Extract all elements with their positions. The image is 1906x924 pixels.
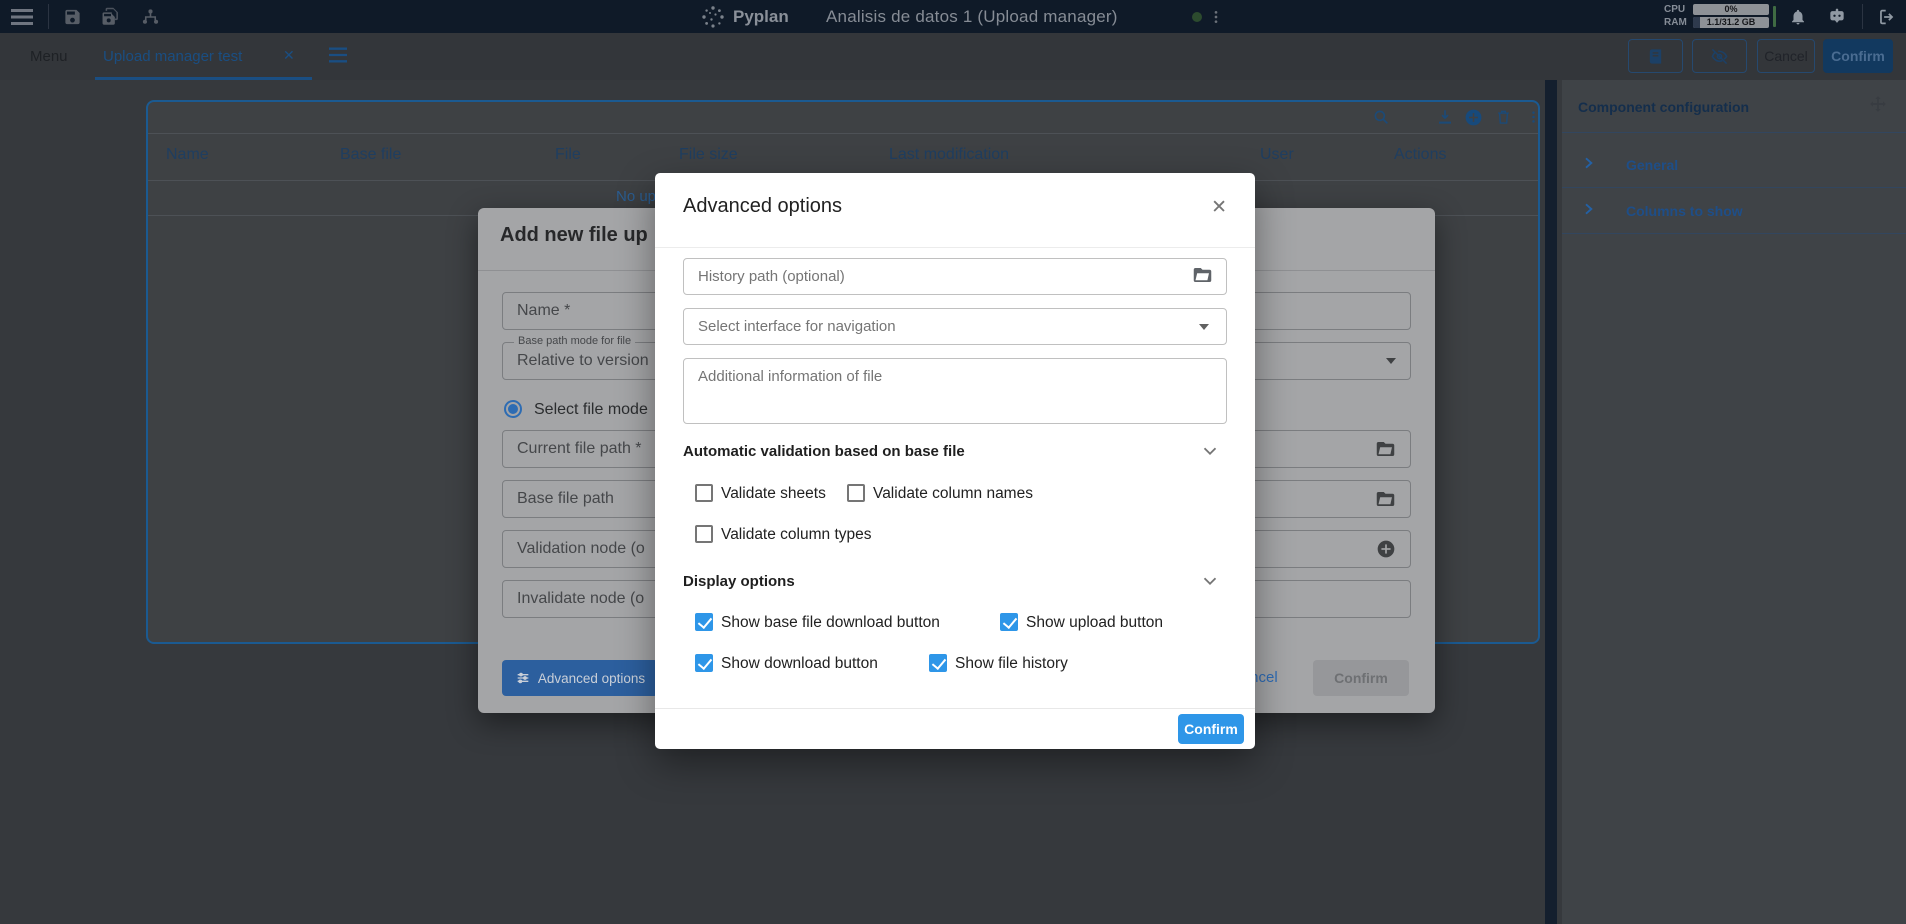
notifications-bell-icon[interactable] [1789,8,1807,26]
column-user[interactable]: User [1260,146,1294,164]
tab-close-icon[interactable]: ✕ [283,47,295,64]
model-status-dot [1192,12,1202,22]
main-menu-icon[interactable] [10,8,34,25]
move-panel-icon[interactable] [1868,94,1888,114]
advanced-options-button[interactable]: Advanced options [502,660,658,696]
empty-table-message: No up [616,188,656,205]
panel-title: Component configuration [1578,99,1749,115]
chevron-right-icon [1580,201,1596,217]
panel-divider-3 [1562,233,1906,234]
section-columns-to-show[interactable]: Columns to show [1562,189,1906,233]
column-base-file[interactable]: Base file [340,146,401,164]
cpu-bar: 0% [1693,4,1769,15]
scenario-tree-icon[interactable] [141,7,160,26]
component-configuration-panel: Component configuration General Columns … [1562,80,1906,924]
docs-button[interactable] [1628,39,1683,73]
chevron-right-icon [1580,155,1596,171]
footer-divider [655,708,1255,709]
search-icon[interactable] [1372,108,1390,126]
chevron-down-icon[interactable] [1199,570,1221,592]
chevron-down-icon[interactable] [1199,440,1221,462]
ram-bar: 1.1/31.2 GB [1693,17,1769,28]
model-title: Analisis de datos 1 (Upload manager) [826,7,1118,27]
select-file-mode-radio[interactable] [504,400,522,418]
cpu-value: 0% [1693,4,1769,15]
history-path-input[interactable] [683,258,1227,295]
add-file-icon[interactable] [1464,108,1483,127]
assistant-bot-icon[interactable] [1827,7,1847,27]
folder-open-icon[interactable] [1375,490,1396,508]
select-file-mode-label[interactable]: Select file mode [534,401,648,419]
app-header: Pyplan Analisis de datos 1 (Upload manag… [0,0,1906,33]
logout-icon[interactable] [1877,7,1896,26]
interface-navigation-select[interactable] [683,308,1227,345]
add-modal-confirm-button-disabled: Confirm [1313,660,1409,696]
app-name: Pyplan [733,7,789,27]
checkbox-show-base-file-download[interactable] [695,613,713,631]
health-indicator [1773,6,1776,27]
panel-divider-2 [1562,187,1906,188]
caret-down-icon [1199,324,1209,330]
column-name[interactable]: Name [166,146,209,164]
checkbox-show-upload-button[interactable] [1000,613,1018,631]
label-show-base-file-download[interactable]: Show base file download button [721,614,940,632]
advanced-confirm-button[interactable]: Confirm [1178,714,1244,744]
ram-label: RAM [1664,17,1687,28]
download-icon[interactable] [1436,108,1454,126]
close-icon[interactable]: ✕ [1211,196,1227,219]
checkbox-validate-sheets[interactable] [695,484,713,502]
add-node-icon[interactable] [1376,539,1396,559]
label-show-download-button[interactable]: Show download button [721,655,878,673]
section-general[interactable]: General [1562,143,1906,187]
active-tab-underline [95,77,312,80]
delete-icon[interactable] [1495,108,1512,126]
column-file-size[interactable]: File size [679,146,738,164]
caret-down-icon [1386,358,1396,364]
folder-open-icon[interactable] [1375,440,1396,458]
validation-section-header: Automatic validation based on base file [683,443,965,460]
base-path-mode-label: Base path mode for file [514,335,635,347]
checkbox-validate-column-names[interactable] [847,484,865,502]
display-section-header: Display options [683,573,795,590]
confirm-button[interactable]: Confirm [1823,39,1893,73]
advanced-options-title: Advanced options [683,195,842,218]
table-kebab-icon[interactable] [1526,108,1541,126]
advanced-options-modal: Advanced options ✕ Automatic validation … [655,173,1255,749]
label-validate-sheets[interactable]: Validate sheets [721,485,826,503]
column-last-modification[interactable]: Last modification [889,146,1009,164]
tab-bar: Menu Upload manager test ✕ Cancel Confir… [0,33,1906,80]
panel-divider-1 [1562,132,1906,133]
cancel-button[interactable]: Cancel [1757,39,1815,73]
book-icon [1647,48,1664,65]
checkbox-show-download-button[interactable] [695,654,713,672]
pyplan-logo [701,5,725,29]
header-divider-2 [1862,4,1863,29]
label-validate-column-types[interactable]: Validate column types [721,526,872,544]
save-all-icon[interactable] [101,7,121,27]
sliders-icon [515,670,531,686]
title-divider [655,247,1255,248]
save-icon[interactable] [63,7,82,26]
hide-preview-button[interactable] [1692,39,1747,73]
cpu-label: CPU [1664,4,1685,15]
add-modal-title: Add new file up [500,224,648,247]
menu-button[interactable]: Menu [30,48,68,65]
checkbox-show-file-history[interactable] [929,654,947,672]
column-actions[interactable]: Actions [1394,146,1446,164]
header-kebab-icon[interactable] [1208,8,1224,26]
column-file[interactable]: File [555,146,581,164]
tab-list-icon[interactable] [327,46,349,64]
label-validate-column-names[interactable]: Validate column names [873,485,1033,503]
checkbox-validate-column-types[interactable] [695,525,713,543]
folder-open-icon[interactable] [1192,266,1213,284]
toolbar-divider [148,133,1538,134]
eye-slash-icon [1710,47,1729,66]
header-divider-1 [48,4,49,29]
pyplan-app: Pyplan Analisis de datos 1 (Upload manag… [0,0,1906,924]
ram-value: 1.1/31.2 GB [1693,17,1769,28]
additional-info-textarea[interactable] [683,358,1227,424]
vertical-scrollbar[interactable] [1545,80,1557,924]
label-show-upload-button[interactable]: Show upload button [1026,614,1163,632]
label-show-file-history[interactable]: Show file history [955,655,1068,673]
